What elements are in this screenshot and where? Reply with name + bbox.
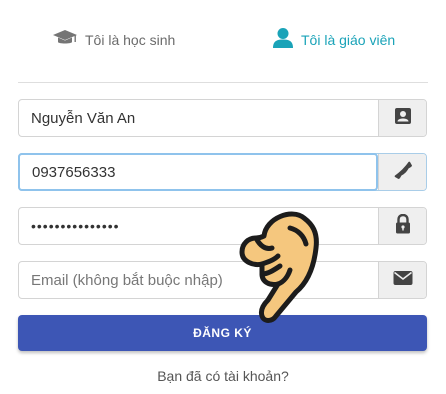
password-field: [18, 207, 427, 245]
phone-icon: [393, 160, 413, 185]
name-field: [18, 99, 427, 137]
lock-icon: [395, 213, 411, 239]
user-icon: [272, 27, 294, 54]
email-field: [18, 261, 427, 299]
login-link[interactable]: Bạn đã có tài khoản?: [0, 368, 446, 384]
email-input[interactable]: [19, 262, 378, 298]
graduation-cap-icon: [52, 28, 78, 53]
password-input[interactable]: [19, 208, 378, 244]
tab-student-label: Tôi là học sinh: [85, 32, 176, 48]
name-addon: [378, 100, 426, 136]
phone-input[interactable]: [20, 155, 376, 189]
email-addon: [378, 262, 426, 298]
phone-field: [18, 153, 427, 191]
password-addon: [378, 208, 426, 244]
envelope-icon: [393, 270, 413, 291]
name-input[interactable]: [19, 100, 378, 136]
role-tabs: Tôi là học sinh Tôi là giáo viên: [0, 18, 446, 62]
tab-student[interactable]: Tôi là học sinh: [52, 18, 175, 62]
tab-teacher[interactable]: Tôi là giáo viên: [272, 18, 395, 62]
phone-focus-ring: [18, 153, 378, 191]
contact-card-icon: [394, 107, 412, 130]
tab-teacher-label: Tôi là giáo viên: [301, 32, 396, 48]
phone-addon: [378, 154, 426, 190]
register-button[interactable]: ĐĂNG KÝ: [18, 315, 427, 351]
divider: [18, 82, 428, 83]
